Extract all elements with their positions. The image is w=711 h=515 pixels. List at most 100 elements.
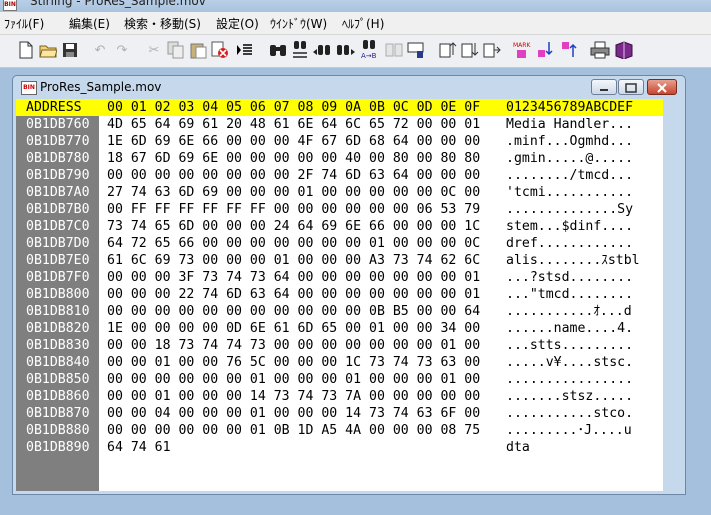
hex-row[interactable]: 0B1DB7D0 64 72 65 66 00 00 00 00 00 00 00… xyxy=(16,235,663,252)
hex-row[interactable]: 0B1DB860 00 00 01 00 00 00 14 73 74 73 7A… xyxy=(16,388,663,405)
cut-icon[interactable]: ✂ xyxy=(144,40,164,60)
document-title: ProRes_Sample.mov xyxy=(40,80,162,94)
row-address: 0B1DB790 xyxy=(26,168,90,183)
maximize-icon xyxy=(625,83,637,93)
row-ascii-text: .......stsz..... xyxy=(506,389,634,404)
hex-row[interactable]: 0B1DB790 00 00 00 00 00 00 00 00 2F 74 6D… xyxy=(16,167,663,184)
row-ascii-text: dta xyxy=(506,440,530,455)
row-address: 0B1DB7D0 xyxy=(26,236,90,251)
save-icon[interactable] xyxy=(60,40,80,60)
window-title: Stirling - ProRes_Sample.mov xyxy=(30,0,206,8)
window-titlebar: BIN Stirling - ProRes_Sample.mov xyxy=(0,0,711,12)
hex-row[interactable]: 0B1DB840 00 00 01 00 00 76 5C 00 00 00 1C… xyxy=(16,354,663,371)
row-address: 0B1DB7F0 xyxy=(26,270,90,285)
hex-row[interactable]: 0B1DB760 4D 65 64 69 61 20 48 61 6E 64 6C… xyxy=(16,116,663,133)
next-mark-icon[interactable] xyxy=(536,40,556,60)
row-hex-bytes: 00 00 00 00 00 00 01 0B 1D A5 4A 00 00 0… xyxy=(107,423,481,438)
help-book-icon[interactable] xyxy=(614,40,634,60)
hex-row[interactable]: 0B1DB850 00 00 00 00 00 00 01 00 00 00 01… xyxy=(16,371,663,388)
select-end-icon[interactable] xyxy=(460,40,480,60)
row-hex-bytes: 1E 00 00 00 00 0D 6E 61 6D 65 00 01 00 0… xyxy=(107,321,481,336)
row-hex-bytes: 00 01 02 03 04 05 06 07 08 09 0A 0B 0C 0… xyxy=(107,100,481,115)
menu-window[interactable]: ｳｲﾝﾄﾞｳ(W) xyxy=(270,15,327,32)
row-hex-bytes: 4D 65 64 69 61 20 48 61 6E 64 6C 65 72 0… xyxy=(107,117,481,132)
undo-icon[interactable]: ↶ xyxy=(90,40,110,60)
svg-text:MARK: MARK xyxy=(513,42,531,49)
replace-icon[interactable]: A→B xyxy=(360,40,380,60)
hex-row[interactable]: 0B1DB7B0 00 FF FF FF FF FF FF 00 00 00 00… xyxy=(16,201,663,218)
row-ascii-text: dref............ xyxy=(506,236,634,251)
row-ascii-text: ......name....4. xyxy=(506,321,634,336)
app-icon: BIN xyxy=(3,0,17,11)
hex-editor-view[interactable]: ADDRESS 00 01 02 03 04 05 06 07 08 09 0A … xyxy=(16,99,663,491)
hex-row[interactable]: 0B1DB780 18 67 6D 69 6E 00 00 00 00 00 40… xyxy=(16,150,663,167)
menu-file[interactable]: ﾌｧｲﾙ(F) xyxy=(4,15,44,32)
hex-row[interactable]: 0B1DB870 00 00 04 00 00 00 01 00 00 00 14… xyxy=(16,405,663,422)
delete-icon[interactable] xyxy=(210,40,230,60)
redo-icon[interactable]: ↷ xyxy=(112,40,132,60)
menu-edit[interactable]: 編集(E) xyxy=(69,15,110,32)
hex-row[interactable]: 0B1DB890 64 74 61 dta xyxy=(16,439,663,456)
hex-row[interactable]: 0B1DB800 00 00 00 22 74 6D 63 64 00 00 00… xyxy=(16,286,663,303)
document-titlebar[interactable]: BIN ProRes_Sample.mov xyxy=(13,76,685,98)
menu-help[interactable]: ﾍﾙﾌﾟ(H) xyxy=(342,15,384,32)
insert-mode-icon[interactable] xyxy=(234,40,254,60)
row-hex-bytes: 00 00 00 00 00 00 00 00 2F 74 6D 63 64 0… xyxy=(107,168,481,183)
row-ascii-text: ...........stco. xyxy=(506,406,634,421)
new-file-icon[interactable] xyxy=(16,40,36,60)
close-icon xyxy=(657,83,667,93)
menu-search[interactable]: 検索・移動(S) xyxy=(124,15,201,32)
row-address: ADDRESS xyxy=(26,100,82,115)
find-prev-icon[interactable] xyxy=(312,40,332,60)
toolbar: ↶ ↷ ✂ A→B MARK xyxy=(0,35,711,68)
row-ascii-text: .....v¥....stsc. xyxy=(506,355,634,370)
minimize-button[interactable] xyxy=(591,79,617,95)
row-ascii-text: ..."tmcd........ xyxy=(506,287,634,302)
row-ascii-text: ..............Sy xyxy=(506,202,634,217)
open-folder-icon[interactable] xyxy=(38,40,58,60)
row-hex-bytes: 61 6C 69 73 00 00 00 01 00 00 00 A3 73 7… xyxy=(107,253,481,268)
hex-row[interactable]: 0B1DB7C0 73 74 65 6D 00 00 00 24 64 69 6E… xyxy=(16,218,663,235)
hex-row[interactable]: 0B1DB770 1E 6D 69 6E 66 00 00 00 4F 67 6D… xyxy=(16,133,663,150)
row-hex-bytes: 1E 6D 69 6E 66 00 00 00 4F 67 6D 68 64 0… xyxy=(107,134,481,149)
row-ascii-text: 0123456789ABCDEF xyxy=(506,100,634,115)
row-hex-bytes: 00 00 00 00 00 00 00 00 00 00 00 0B B5 0… xyxy=(107,304,481,319)
row-address: 0B1DB850 xyxy=(26,372,90,387)
row-ascii-text: ......../tmcd... xyxy=(506,168,634,183)
row-hex-bytes: 73 74 65 6D 00 00 00 24 64 69 6E 66 00 0… xyxy=(107,219,481,234)
print-icon[interactable] xyxy=(590,40,610,60)
select-start-icon[interactable] xyxy=(438,40,458,60)
row-hex-bytes: 00 00 01 00 00 00 14 73 74 73 7A 00 00 0… xyxy=(107,389,481,404)
hex-row[interactable]: 0B1DB830 00 00 18 73 74 74 73 00 00 00 00… xyxy=(16,337,663,354)
row-hex-bytes: 27 74 63 6D 69 00 00 00 01 00 00 00 00 0… xyxy=(107,185,481,200)
paste-icon[interactable] xyxy=(188,40,208,60)
set-mark-icon[interactable]: MARK xyxy=(512,40,532,60)
row-address: 0B1DB810 xyxy=(26,304,90,319)
hex-row[interactable]: 0B1DB7A0 27 74 63 6D 69 00 00 00 01 00 00… xyxy=(16,184,663,201)
find-icon[interactable] xyxy=(268,40,288,60)
copy-icon[interactable] xyxy=(166,40,186,60)
row-ascii-text: ...?stsd........ xyxy=(506,270,634,285)
maximize-button[interactable] xyxy=(618,79,644,95)
row-ascii-text: .minf...Ogmhd... xyxy=(506,134,634,149)
hex-row[interactable]: 0B1DB810 00 00 00 00 00 00 00 00 00 00 00… xyxy=(16,303,663,320)
prev-mark-icon[interactable] xyxy=(560,40,580,60)
compare-icon[interactable] xyxy=(384,40,404,60)
row-hex-bytes: 64 74 61 xyxy=(107,440,171,455)
row-hex-bytes: 64 72 65 66 00 00 00 00 00 00 00 01 00 0… xyxy=(107,236,481,251)
jump-icon[interactable] xyxy=(406,40,426,60)
row-address: 0B1DB770 xyxy=(26,134,90,149)
hex-header-row[interactable]: ADDRESS 00 01 02 03 04 05 06 07 08 09 0A … xyxy=(16,99,663,116)
hex-row[interactable]: 0B1DB880 00 00 00 00 00 00 01 0B 1D A5 4A… xyxy=(16,422,663,439)
menu-settings[interactable]: 設定(O) xyxy=(216,15,259,32)
hex-row[interactable]: 0B1DB7E0 61 6C 69 73 00 00 00 01 00 00 00… xyxy=(16,252,663,269)
row-hex-bytes: 00 00 18 73 74 74 73 00 00 00 00 00 00 0… xyxy=(107,338,481,353)
close-button[interactable] xyxy=(647,79,677,95)
minimize-icon xyxy=(600,89,608,91)
row-hex-bytes: 00 00 00 3F 73 74 73 64 00 00 00 00 00 0… xyxy=(107,270,481,285)
hex-row[interactable]: 0B1DB820 1E 00 00 00 00 0D 6E 61 6D 65 00… xyxy=(16,320,663,337)
select-range-icon[interactable] xyxy=(482,40,502,60)
hex-row[interactable]: 0B1DB7F0 00 00 00 3F 73 74 73 64 00 00 00… xyxy=(16,269,663,286)
find-next-icon[interactable] xyxy=(336,40,356,60)
find-hex-icon[interactable] xyxy=(290,40,310,60)
